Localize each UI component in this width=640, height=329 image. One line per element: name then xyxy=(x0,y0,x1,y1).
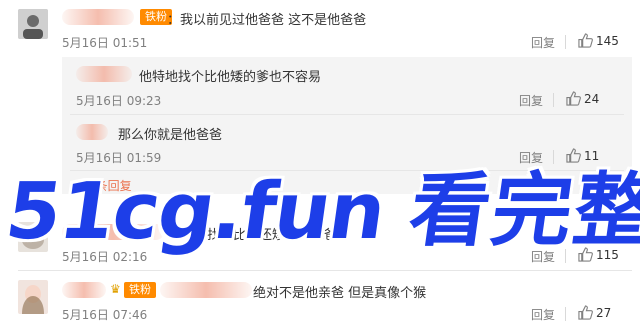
user-avatar-icon xyxy=(18,280,48,314)
comment-date: 5月16日 07:46 xyxy=(62,308,148,322)
like-button[interactable]: 27 xyxy=(578,305,611,320)
divider xyxy=(565,307,566,321)
thumbs-up-icon xyxy=(578,305,593,320)
like-count: 24 xyxy=(584,91,600,106)
divider xyxy=(553,93,554,107)
avatar[interactable] xyxy=(18,9,48,39)
watermark-latin: 51cg.fun xyxy=(0,167,391,257)
sub-reply-text: 那么你就是他爸爸 xyxy=(118,128,223,143)
username-redacted[interactable] xyxy=(62,9,134,25)
divider xyxy=(18,270,632,271)
like-button[interactable]: 145 xyxy=(578,33,619,48)
sub-reply-text: 他特地找个比他矮的爹也不容易 xyxy=(139,70,322,85)
reply-button[interactable]: 回复 xyxy=(531,34,555,51)
watermark-overlay: 51cg.fun 看完整版 xyxy=(0,146,640,262)
username-redacted[interactable] xyxy=(76,66,132,82)
thumbs-up-icon xyxy=(578,33,593,48)
fan-badge-icon: ♛ xyxy=(110,282,121,296)
comment-text: 绝对不是他亲爸 但是真像个猴 xyxy=(253,286,427,301)
like-count: 27 xyxy=(596,305,612,320)
comment-text: ：我以前见过他爸爸 这不是他爸爸 xyxy=(167,13,367,28)
username-redacted[interactable] xyxy=(76,124,108,140)
username-redacted[interactable] xyxy=(62,282,106,298)
divider xyxy=(70,114,624,115)
user-avatar-icon xyxy=(18,9,48,39)
watermark-cn: 看完整版 xyxy=(403,164,640,257)
like-count: 145 xyxy=(596,33,619,48)
username-redacted[interactable] xyxy=(160,282,252,298)
sub-reply-date: 5月16日 09:23 xyxy=(76,94,162,108)
comment-date: 5月16日 01:51 xyxy=(62,36,148,50)
avatar[interactable] xyxy=(18,280,48,314)
divider xyxy=(565,35,566,49)
like-button[interactable]: 24 xyxy=(566,91,599,106)
thumbs-up-icon xyxy=(566,91,581,106)
fan-badge: 铁粉 xyxy=(124,282,156,298)
reply-button[interactable]: 回复 xyxy=(519,92,543,109)
reply-button[interactable]: 回复 xyxy=(531,306,555,323)
